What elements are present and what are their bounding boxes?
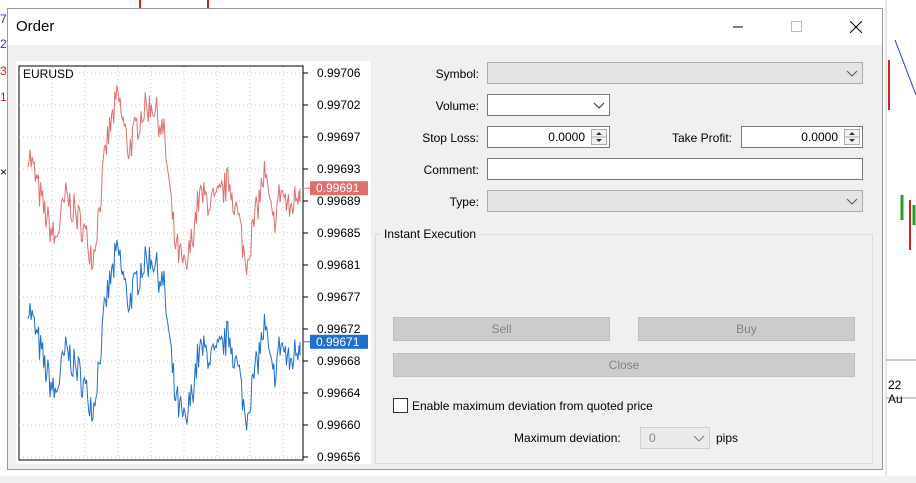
price-scale-label: 0.99702 — [317, 98, 361, 112]
buy-button[interactable]: Buy — [638, 317, 855, 341]
price-scale-label: 0.99668 — [317, 354, 361, 368]
instant-execution-title: Instant Execution — [381, 227, 480, 241]
title-bar[interactable]: Order — [8, 9, 882, 45]
type-select[interactable] — [487, 190, 863, 212]
maximize-icon — [791, 21, 802, 32]
price-scale-label: 0.99689 — [317, 194, 361, 208]
background-label: 2 — [0, 37, 7, 51]
chevron-down-icon — [846, 70, 858, 77]
max-deviation-select[interactable]: 0 — [640, 427, 710, 449]
max-deviation-value: 0 — [649, 431, 656, 445]
stop-loss-value: 0.0000 — [548, 130, 585, 144]
background-label: 3 — [0, 64, 7, 78]
background-label: × — [0, 165, 8, 179]
max-deviation-label: Maximum deviation: — [514, 431, 621, 445]
ask-price-tag-text: 0.99691 — [316, 181, 360, 195]
type-label: Type: — [449, 195, 479, 209]
price-scale-label: 0.99697 — [317, 130, 361, 144]
tick-chart-canvas: EURUSD 0.99706 0.99702 0.99697 0.99693 0.996… — [18, 65, 368, 464]
take-profit-input[interactable]: 0.0000 — [741, 126, 863, 148]
take-profit-value: 0.0000 — [801, 130, 838, 144]
volume-select[interactable] — [487, 94, 610, 116]
max-deviation-checkbox[interactable] — [393, 398, 408, 413]
background-date-label: 22 Au — [888, 378, 903, 406]
max-deviation-checkbox-label[interactable]: Enable maximum deviation from quoted pri… — [412, 399, 653, 413]
tick-chart: EURUSD 0.99706 0.99702 0.99697 0.99693 0.996… — [16, 61, 371, 464]
price-scale-label: 0.99681 — [317, 258, 361, 272]
symbol-label: Symbol: — [435, 67, 479, 81]
sell-button[interactable]: Sell — [393, 317, 610, 341]
stop-loss-label: Stop Loss: — [422, 131, 479, 145]
pips-label: pips — [716, 431, 739, 445]
close-order-button[interactable]: Close — [393, 353, 855, 377]
maximize-button — [774, 9, 820, 45]
chevron-down-icon — [593, 102, 605, 109]
volume-label: Volume: — [435, 99, 479, 113]
price-scale-label: 0.99677 — [317, 290, 361, 304]
window-title: Order — [16, 18, 55, 35]
chart-plot-frame — [18, 65, 304, 461]
spin-updown-icon[interactable] — [844, 129, 860, 145]
price-scale-label: 0.99685 — [317, 226, 361, 240]
price-scale-label: 0.99660 — [317, 418, 361, 432]
price-scale-label: 0.99693 — [317, 162, 361, 176]
take-profit-label: Take Profit: — [671, 131, 732, 145]
background-label: 7 — [0, 12, 7, 26]
close-icon — [850, 21, 862, 33]
chevron-down-icon — [693, 435, 705, 442]
symbol-select[interactable] — [487, 62, 863, 84]
comment-input[interactable] — [487, 158, 863, 180]
minimize-button[interactable] — [715, 9, 761, 45]
instant-execution-group — [375, 234, 873, 464]
price-scale: 0.997060.997020.996970.996930.996890.996… — [303, 66, 361, 464]
price-scale-label: 0.99706 — [317, 66, 361, 80]
background-label: 1 — [0, 90, 7, 104]
order-dialog: Order EURUSD 0.99706 0.99702 0.99697 0.9969… — [7, 8, 883, 470]
close-button[interactable] — [833, 9, 879, 45]
chevron-down-icon — [846, 198, 858, 205]
spin-updown-icon[interactable] — [591, 129, 607, 145]
chart-symbol-label: EURUSD — [23, 67, 74, 81]
price-scale-label: 0.99664 — [317, 386, 361, 400]
comment-label: Comment: — [423, 163, 479, 177]
stop-loss-input[interactable]: 0.0000 — [487, 126, 610, 148]
bid-price-tag-text: 0.99671 — [316, 335, 360, 349]
price-scale-label: 0.99656 — [317, 450, 361, 464]
minimize-icon — [733, 26, 743, 28]
